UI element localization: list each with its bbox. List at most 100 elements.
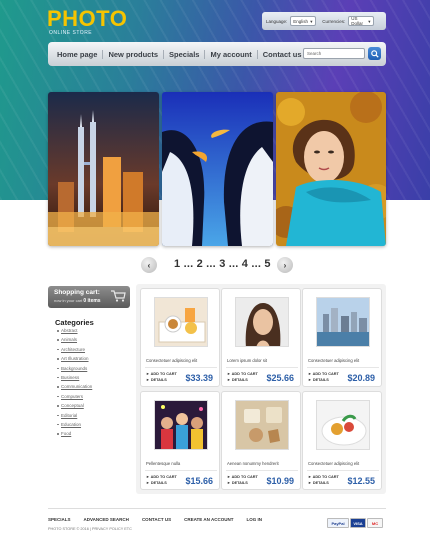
product-price: $12.55 [347,476,375,486]
copyright: PHOTO STORE © 2016 | PRIVACY POLICY ETC [48,527,132,531]
logo-subtitle: ONLINE STORE [49,30,93,36]
details-link[interactable]: ► DETAILS [308,480,339,486]
footer-link-create-account[interactable]: CREATE AN ACCOUNT [184,517,233,522]
product-name[interactable]: Consectetuer adipiscing elit [146,358,197,363]
add-to-cart-label: ADD TO CART [231,475,258,479]
product-card: Pellentesque nulla ► ADD TO CART ► DETAI… [140,391,220,490]
footer-link-advanced-search[interactable]: ADVANCED SEARCH [84,517,129,522]
payment-icons: PayPal VISA MC [327,518,383,528]
add-to-cart-label: ADD TO CART [312,475,339,479]
product-image-party-crowd[interactable] [154,400,208,450]
details-link[interactable]: ► DETAILS [308,377,339,383]
visa-icon: VISA [350,518,366,528]
category-item[interactable]: Art Illustration [57,356,92,365]
search-button[interactable] [368,47,381,60]
divider [145,367,217,368]
product-image-spa-shells[interactable] [235,400,289,450]
nav-contact-us[interactable]: Contact us [258,50,307,59]
nav-my-account[interactable]: My account [205,49,258,59]
logo-title[interactable]: PHOTO [47,6,127,32]
product-actions: ► ADD TO CART ► DETAILS [146,474,177,486]
product-name[interactable]: Consectetuer adipiscing elit [308,461,359,466]
product-actions: ► ADD TO CART ► DETAILS [308,371,339,383]
product-price: $15.66 [185,476,213,486]
add-to-cart-label: ADD TO CART [150,372,177,376]
details-label: DETAILS [150,378,167,382]
add-to-cart-label: ADD TO CART [231,372,258,376]
product-image-city-harbor[interactable] [316,297,370,347]
details-label: DETAILS [312,378,329,382]
nav-new-products[interactable]: New products [103,49,165,59]
cart-count: 0 items [83,298,101,304]
slide-woman-leaves[interactable] [276,92,386,246]
product-name[interactable]: Lorem ipsum dolor sit [227,358,267,363]
slide-penguins[interactable] [162,92,273,246]
product-image-food-plate[interactable] [316,400,370,450]
details-link[interactable]: ► DETAILS [227,480,258,486]
product-image-breakfast-tray[interactable] [154,297,208,347]
product-price: $33.39 [185,373,213,383]
product-card: Consectetuer adipiscing elit ► ADD TO CA… [302,288,382,387]
divider [145,470,217,471]
currency-label: Currencies: [322,18,346,24]
search-input[interactable]: Search [303,48,365,59]
details-link[interactable]: ► DETAILS [146,480,177,486]
next-arrow-icon: › [283,260,287,270]
category-item[interactable]: Backgrounds [57,366,92,375]
footer-link-log-in[interactable]: LOG IN [246,517,262,522]
category-item[interactable]: Abstract [57,328,92,337]
product-card: Consectetuer adipiscing elit ► ADD TO CA… [140,288,220,387]
slideshow-pager: ‹ 1 ... 2 ... 3 ... 4 ... 5 › [0,257,430,273]
language-select[interactable]: English ▼ [290,16,317,26]
add-to-cart-label: ADD TO CART [312,372,339,376]
currency-value: US Dollar [351,16,364,26]
divider [226,367,298,368]
category-item[interactable]: Education [57,422,92,431]
page-numbers[interactable]: 1 ... 2 ... 3 ... 4 ... 5 [174,258,271,270]
nav-home[interactable]: Home page [52,49,104,59]
categories-title: Categories [55,318,94,327]
divider [307,470,379,471]
language-label: Language: [266,18,288,24]
category-item[interactable]: Conceptual [57,403,92,412]
product-name[interactable]: Pellentesque nulla [146,461,180,466]
product-card: Aenean nonummy hendrerit ► ADD TO CART ►… [221,391,301,490]
category-item[interactable]: Computers [57,394,92,403]
currency-select[interactable]: US Dollar ▼ [348,16,375,26]
add-to-cart-label: ADD TO CART [150,475,177,479]
cart-summary-prefix: now in your cart [54,298,83,303]
footer-link-specials[interactable]: SPECIALS [48,517,71,522]
category-item[interactable]: Animals [57,337,92,346]
nav-specials[interactable]: Specials [164,49,206,59]
cart-icon [111,290,126,302]
product-price: $10.99 [266,476,294,486]
locale-selectors: Language: English ▼ Currencies: US Dolla… [262,12,386,30]
page: PHOTO ONLINE STORE Language: English ▼ C… [0,0,430,552]
slide-city-night[interactable] [48,92,159,246]
prev-arrow-button[interactable]: ‹ [141,257,157,273]
divider [307,367,379,368]
product-actions: ► ADD TO CART ► DETAILS [227,474,258,486]
paypal-icon: PayPal [327,518,349,528]
product-name[interactable]: Aenean nonummy hendrerit [227,461,279,466]
product-name[interactable]: Consectetuer adipiscing elit [308,358,359,363]
product-actions: ► ADD TO CART ► DETAILS [227,371,258,383]
categories-list: Abstract Animals Architecture Art Illust… [57,328,92,441]
category-item[interactable]: Editorial [57,413,92,422]
category-item[interactable]: Communication [57,384,92,393]
details-label: DETAILS [231,378,248,382]
product-price: $25.66 [266,373,294,383]
details-label: DETAILS [150,481,167,485]
details-label: DETAILS [312,481,329,485]
product-image-woman-portrait[interactable] [235,297,289,347]
category-item[interactable]: Business [57,375,92,384]
next-arrow-button[interactable]: › [277,257,293,273]
category-item[interactable]: Architecture [57,347,92,356]
category-item[interactable]: Food [57,431,92,440]
details-link[interactable]: ► DETAILS [146,377,177,383]
chevron-down-icon: ▼ [309,18,314,24]
details-link[interactable]: ► DETAILS [227,377,258,383]
search-icon [370,49,379,58]
product-card: Consectetuer adipiscing elit ► ADD TO CA… [302,391,382,490]
footer-link-contact-us[interactable]: CONTACT US [142,517,171,522]
